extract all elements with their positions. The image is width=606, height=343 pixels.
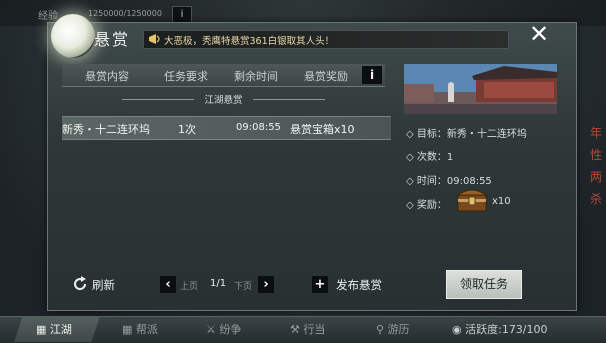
detail-count: ◇ 次数：1 xyxy=(406,152,454,163)
panel-title: 悬赏 xyxy=(94,30,131,49)
header-content: 悬赏内容 xyxy=(85,70,129,83)
notice-banner: 大恶极，秃鹰特悬赏361白银取其人头！ xyxy=(143,30,509,49)
next-page-button[interactable]: › xyxy=(258,276,274,293)
next-page-label: 下页 xyxy=(234,282,253,292)
treasure-chest-icon[interactable] xyxy=(456,185,488,213)
side-text-4: 杀 xyxy=(590,192,603,206)
activity-label: 活跃度:173/100 xyxy=(465,323,548,336)
accept-task-button[interactable]: 领取任务 xyxy=(446,270,522,299)
target-location-image xyxy=(404,64,557,114)
exp-value: 1250000/1250000 xyxy=(88,9,162,18)
refresh-icon[interactable] xyxy=(72,276,90,294)
tab-bangpai-label: 帮派 xyxy=(135,323,158,336)
side-text-1: 年 xyxy=(590,126,603,140)
detail-reward: ◇ 奖励： xyxy=(406,200,447,211)
tab-fenzheng[interactable]: ⚔ 纷争 xyxy=(206,321,241,337)
prev-page-label: 上页 xyxy=(180,282,199,292)
section-divider: 江湖悬赏 xyxy=(62,92,385,106)
row-time: 09:08:55 xyxy=(236,122,281,133)
page-indicator: 1/1 xyxy=(210,278,227,289)
target-label: 目标： xyxy=(416,129,447,140)
detail-target: ◇ 目标：新秀・十二连环坞 xyxy=(406,129,527,140)
header-reward: 悬赏奖励 xyxy=(304,70,348,83)
side-text-3: 两 xyxy=(590,170,603,184)
count-value: 1 xyxy=(446,152,454,163)
row-reward: 悬赏宝箱x10 xyxy=(290,123,355,136)
tab-fenzheng-label: 纷争 xyxy=(219,323,242,336)
header-time: 剩余时间 xyxy=(234,70,278,83)
exp-label: 经验 xyxy=(38,11,58,22)
tab-youli-label: 游历 xyxy=(387,323,410,336)
tab-youli[interactable]: ⚲ 游历 xyxy=(376,321,410,337)
tab-bangpai[interactable]: ▦ 帮派 xyxy=(122,321,158,337)
tab-jianghu-label: 江湖 xyxy=(49,323,72,336)
table-header: 悬赏内容 任务要求 剩余时间 悬赏奖励 xyxy=(62,64,385,87)
target-value: 新秀・十二连环坞 xyxy=(446,129,527,140)
count-label: 次数： xyxy=(416,152,447,163)
row-requirement: 1次 xyxy=(178,123,196,136)
publish-bounty-button[interactable]: 发布悬赏 xyxy=(336,277,382,293)
notice-text: 大恶极，秃鹰特悬赏361白银取其人头！ xyxy=(164,36,335,47)
activity-indicator[interactable]: ◉ 活跃度:173/100 xyxy=(452,321,548,337)
tab-jianghu[interactable]: ▦ 江湖 xyxy=(36,321,72,337)
tab-hangdang[interactable]: ⚒ 行当 xyxy=(290,321,325,337)
time-label: 时间： xyxy=(416,176,447,187)
section-title: 江湖悬赏 xyxy=(204,95,243,106)
table-row[interactable]: 新秀・十二连环坞 1次 09:08:55 悬赏宝箱x10 xyxy=(62,116,391,140)
header-requirement: 任务要求 xyxy=(164,70,208,83)
bounty-horn-icon xyxy=(148,33,162,45)
refresh-button[interactable]: 刷新 xyxy=(92,277,115,293)
reward-label: 奖励： xyxy=(416,200,447,211)
reward-quantity: x10 xyxy=(492,196,511,207)
tab-hangdang-label: 行当 xyxy=(303,323,326,336)
publish-plus-icon[interactable]: + xyxy=(312,276,328,293)
table-info-icon[interactable]: i xyxy=(362,66,382,84)
prev-page-button[interactable]: ‹ xyxy=(160,276,176,293)
side-text-2: 性 xyxy=(590,148,603,162)
moon-emblem-icon xyxy=(51,14,95,58)
close-button[interactable]: ✕ xyxy=(522,20,556,48)
row-content: 新秀・十二连环坞 xyxy=(62,123,150,136)
